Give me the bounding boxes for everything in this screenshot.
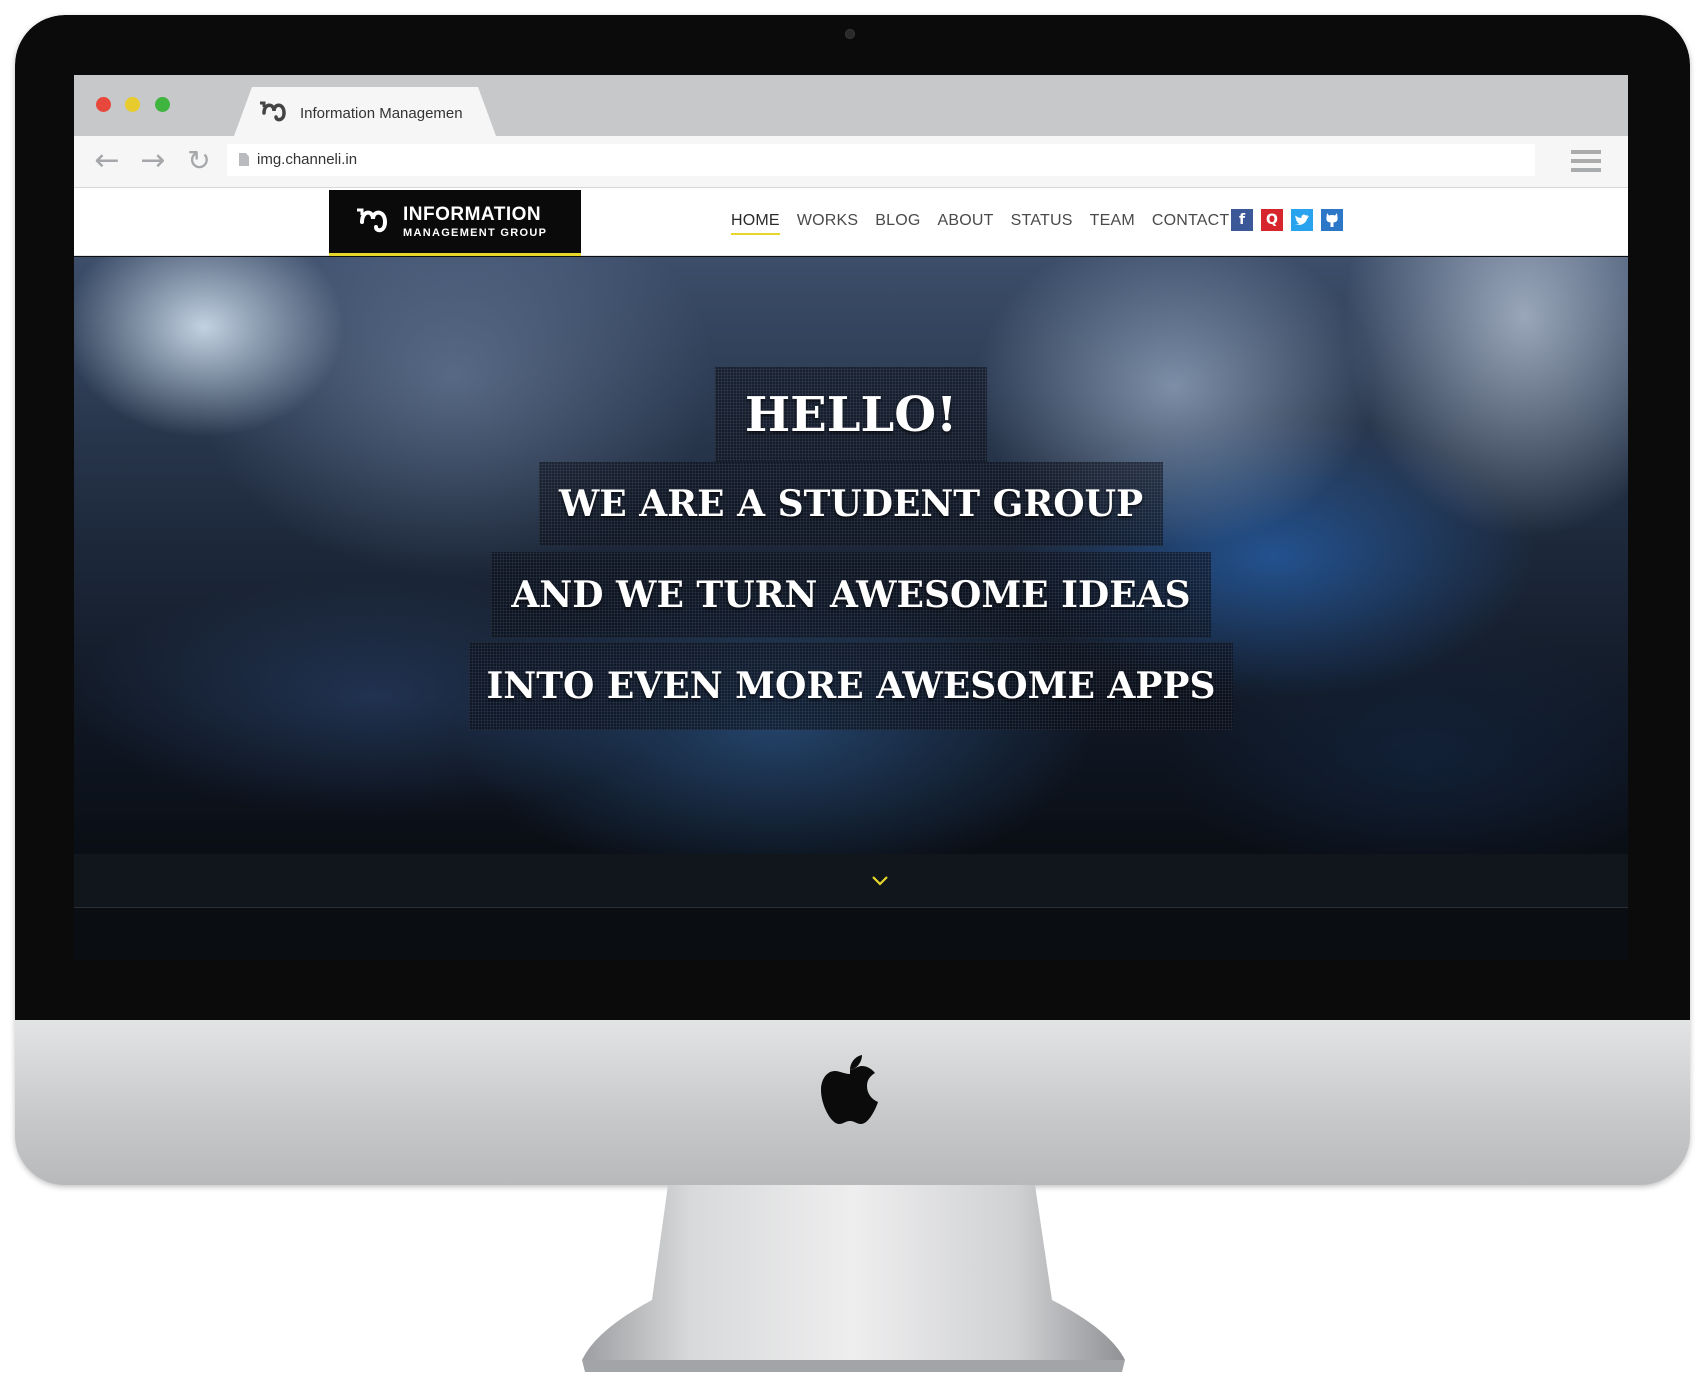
hero-line-3: INTO EVEN MORE AWESOME APPS: [469, 642, 1233, 730]
camera: [845, 29, 855, 39]
facebook-icon[interactable]: f: [1231, 209, 1253, 231]
arrow-left-icon[interactable]: ←: [90, 146, 124, 176]
tab-title: Information Managemen: [300, 105, 463, 122]
social-links: f Q: [1231, 209, 1343, 231]
nav-home[interactable]: HOME: [731, 212, 780, 235]
nav-team[interactable]: TEAM: [1090, 212, 1135, 233]
minimize-window-button[interactable]: [125, 97, 140, 112]
apple-logo-icon: [821, 1055, 878, 1124]
maximize-window-button[interactable]: [155, 97, 170, 112]
hero-line-2: AND WE TURN AWESOME IDEAS: [491, 552, 1211, 638]
brand-title: INFORMATION: [403, 204, 542, 225]
brand-logo[interactable]: INFORMATION MANAGEMENT GROUP: [329, 190, 581, 256]
chevron-down-icon[interactable]: [870, 874, 890, 888]
screen: Information Managemen ← → ↻ img.channeli…: [74, 75, 1628, 960]
hero-footer: [74, 854, 1628, 908]
github-icon[interactable]: [1321, 209, 1343, 231]
site-header: INFORMATION MANAGEMENT GROUP HOME WORKS …: [74, 188, 1628, 256]
quora-icon[interactable]: Q: [1261, 209, 1283, 231]
nav-works[interactable]: WORKS: [797, 212, 858, 233]
hero-greeting: HELLO!: [715, 367, 987, 463]
browser-toolbar: ← → ↻ img.channeli.in: [74, 136, 1628, 188]
arrow-right-icon[interactable]: →: [136, 146, 170, 176]
nav-blog[interactable]: BLOG: [875, 212, 920, 233]
close-window-button[interactable]: [96, 97, 111, 112]
url-text[interactable]: img.channeli.in: [257, 151, 357, 168]
reload-icon[interactable]: ↻: [182, 146, 216, 176]
nav-contact[interactable]: CONTACT: [1152, 212, 1230, 233]
brand-subtitle: MANAGEMENT GROUP: [403, 227, 548, 239]
page-icon: [239, 153, 249, 166]
address-bar[interactable]: img.channeli.in: [227, 144, 1535, 176]
hamburger-menu-icon[interactable]: [1571, 150, 1601, 174]
browser-tab[interactable]: Information Managemen: [234, 87, 496, 136]
img-logo-icon: [357, 208, 388, 233]
site-nav: HOME WORKS BLOG ABOUT STATUS TEAM CONTAC…: [731, 212, 1229, 236]
img-favicon-icon: [260, 101, 286, 122]
twitter-icon[interactable]: [1291, 209, 1313, 231]
nav-about[interactable]: ABOUT: [938, 212, 994, 233]
hero-line-1: WE ARE A STUDENT GROUP: [539, 462, 1163, 546]
hero-section: HELLO! WE ARE A STUDENT GROUP AND WE TUR…: [74, 257, 1628, 854]
browser-tab-bar: Information Managemen: [74, 75, 1628, 136]
nav-status[interactable]: STATUS: [1011, 212, 1073, 233]
